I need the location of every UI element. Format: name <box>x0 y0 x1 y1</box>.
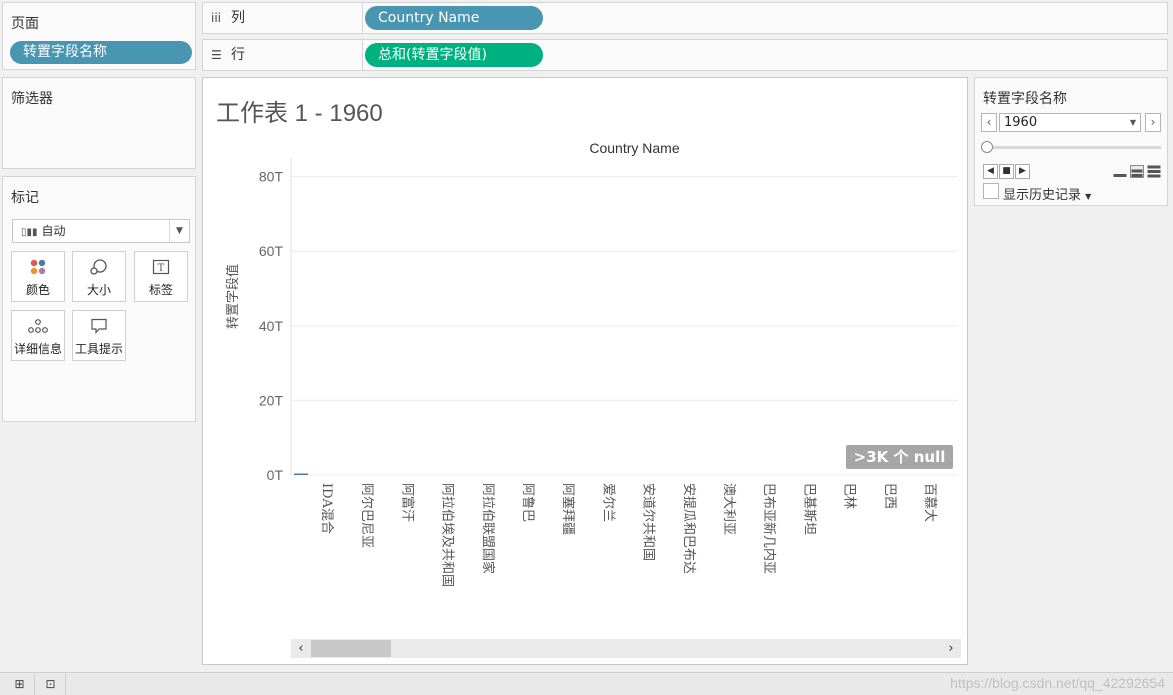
x-category-label: 澳大利亚 <box>721 483 737 535</box>
rows-icon: ☰ <box>211 48 222 62</box>
x-category-label: 巴基斯坦 <box>801 483 816 535</box>
x-category-label: 百慕大 <box>922 483 937 522</box>
pages-panel: 页面 转置字段名称 <box>2 2 196 70</box>
worksheet-view[interactable]: 工作表 1 - 1960 Country Name 80T 60T 40T 20T 0T 转… <box>202 77 968 665</box>
tooltip-label: 工具提示 <box>74 342 123 356</box>
rows-label-text: 行 <box>231 47 245 63</box>
y-tick-label: 80T <box>259 169 284 185</box>
x-category-label: 安道尔共和国 <box>641 483 656 561</box>
size-button[interactable]: 大小 <box>72 251 126 302</box>
rows-shelf: ☰ 行 总和(转置字段值) <box>202 39 1168 71</box>
scroll-left-icon[interactable]: ‹ <box>291 639 311 658</box>
marks-title: 标记 <box>11 190 39 206</box>
pages-title: 页面 <box>11 16 39 32</box>
filters-title: 筛选器 <box>11 91 53 107</box>
columns-icon: iii <box>211 11 222 25</box>
rows-field-pill[interactable]: 总和(转置字段值) <box>365 43 543 67</box>
size-label: 大小 <box>86 283 111 297</box>
columns-shelf-label: iii 列 <box>203 3 363 33</box>
bar-mark-icon: ▯▮▮ <box>21 227 38 238</box>
y-tick-label: 20T <box>259 392 284 408</box>
filter-card: 转置字段名称 ‹ 1960 ▼ › ◀ ■ ▶ 显示历史记录 ▼ <box>974 77 1168 206</box>
filter-slider-track[interactable] <box>985 146 1161 149</box>
filter-value-select[interactable]: 1960 ▼ <box>999 113 1141 132</box>
next-value-button[interactable]: › <box>1145 113 1161 132</box>
label-icon: T <box>135 258 187 282</box>
x-category-label: 阿鲁巴 <box>520 483 535 522</box>
scroll-right-icon[interactable]: › <box>941 639 961 658</box>
label-button[interactable]: T 标签 <box>134 251 188 302</box>
color-button[interactable]: 颜色 <box>11 251 65 302</box>
y-axis-label: 转置字段值 <box>225 264 241 329</box>
stop-button[interactable]: ■ <box>999 164 1014 179</box>
x-category-label: IDA混合 <box>319 483 334 534</box>
tooltip-button[interactable]: 工具提示 <box>72 310 126 361</box>
null-indicator-badge[interactable]: >3K 个 null <box>846 445 953 469</box>
bar <box>294 473 308 475</box>
x-category-label: 爱尔兰 <box>600 483 615 522</box>
bottom-bar: ⊞ ⊡ https://blog.csdn.net/qq_42292654 <box>0 672 1173 695</box>
filter-selected-value: 1960 <box>1004 115 1038 130</box>
scroll-thumb[interactable] <box>311 640 391 657</box>
horizontal-scrollbar[interactable]: ‹ › <box>291 639 961 658</box>
x-category-label: 阿拉伯埃及共和国 <box>440 483 455 587</box>
detail-button[interactable]: 详细信息 <box>11 310 65 361</box>
tooltip-icon <box>73 317 125 341</box>
x-category-label: 阿富汗 <box>399 483 415 522</box>
filter-card-title: 转置字段名称 <box>983 91 1067 107</box>
size-icon <box>73 258 125 282</box>
color-label: 颜色 <box>25 283 50 297</box>
play-forward-button[interactable]: ▶ <box>1015 164 1030 179</box>
speed-fast-icon[interactable] <box>1147 165 1161 178</box>
detail-icon <box>12 317 64 341</box>
caret-down-icon: ▼ <box>1085 192 1092 201</box>
x-category-label: 阿尔巴尼亚 <box>359 483 374 548</box>
x-category-label: 阿拉伯联盟国家 <box>480 483 496 574</box>
svg-text:T: T <box>158 263 165 274</box>
x-category-label: 巴布亚新几内亚 <box>761 483 777 574</box>
bar-chart: Country Name 80T 60T 40T 20T 0T 转置字段值 IDA混合 阿尔巴尼… <box>225 140 958 587</box>
detail-label: 详细信息 <box>13 342 62 356</box>
new-worksheet-icon[interactable]: ⊞ <box>5 673 35 695</box>
pages-field-pill[interactable]: 转置字段名称 <box>10 41 192 64</box>
color-icon <box>12 258 64 282</box>
show-history-label[interactable]: 显示历史记录 ▼ <box>1003 184 1091 203</box>
filters-panel[interactable]: 筛选器 <box>2 77 196 169</box>
chevron-down-icon: ▼ <box>1129 118 1136 127</box>
x-category-label: 巴西 <box>882 483 897 509</box>
x-category-label: 巴林 <box>842 483 857 509</box>
columns-label-text: 列 <box>231 10 245 26</box>
speed-medium-icon[interactable] <box>1130 165 1144 178</box>
column-header-title: Country Name <box>589 140 679 156</box>
x-category-label: 安提瓜和巴布达 <box>681 483 697 574</box>
new-dashboard-icon[interactable]: ⊡ <box>36 673 66 695</box>
play-backward-button[interactable]: ◀ <box>983 164 998 179</box>
chevron-down-icon: ▼ <box>169 220 189 242</box>
filter-slider-knob[interactable] <box>981 141 993 153</box>
columns-field-pill[interactable]: Country Name <box>365 6 543 30</box>
marks-panel: 标记 ▯▮▮ 自动 ▼ 颜色 大小 T 标签 详细信息 工具提示 <box>2 176 196 422</box>
label-label: 标签 <box>148 283 173 297</box>
previous-value-button[interactable]: ‹ <box>981 113 997 132</box>
y-tick-label: 60T <box>259 243 284 259</box>
speed-slow-icon[interactable] <box>1113 165 1127 178</box>
y-tick-label: 40T <box>259 318 284 334</box>
mark-type-dropdown[interactable]: ▯▮▮ 自动 ▼ <box>12 219 190 243</box>
columns-shelf: iii 列 Country Name <box>202 2 1168 34</box>
x-category-label: 阿塞拜疆 <box>560 483 576 535</box>
y-tick-label: 0T <box>267 467 284 483</box>
mark-type-value: 自动 <box>41 224 66 238</box>
show-history-checkbox[interactable] <box>983 183 999 199</box>
rows-shelf-label: ☰ 行 <box>203 40 363 70</box>
watermark: https://blog.csdn.net/qq_42292654 <box>950 675 1165 691</box>
